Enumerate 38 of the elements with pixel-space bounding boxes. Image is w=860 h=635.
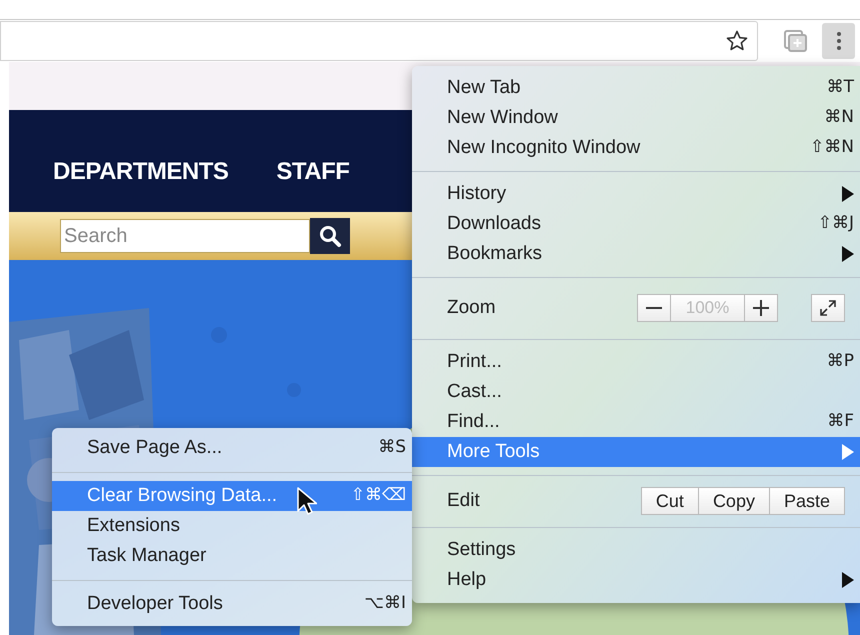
menu-item[interactable]: Help [412,565,860,595]
menu-item[interactable]: Cast... [412,377,860,407]
menu-item[interactable]: Print... ⌘P [412,347,860,377]
plus-icon [753,300,769,316]
edit-button[interactable]: Copy [698,487,770,515]
menu-item[interactable]: Extensions [52,511,412,541]
menu-item[interactable]: History [412,179,860,209]
minus-icon [646,307,662,309]
menu-item[interactable]: Bookmarks [412,239,860,269]
menu-label: Edit [447,488,481,513]
menu-item[interactable]: Task Manager [52,541,412,571]
fullscreen-button[interactable] [811,294,845,322]
menu-label: Zoom [447,296,497,320]
menu-item[interactable]: Settings [412,535,860,565]
menu-item[interactable]: New Window ⌘N [412,103,860,133]
menu-item[interactable]: More Tools [412,437,860,467]
menu-item[interactable]: New Incognito Window ⇧⌘N [412,133,860,163]
expand-icon [819,299,837,317]
menu-item[interactable]: Find... ⌘F [412,407,860,437]
edit-button[interactable]: Paste [770,487,845,515]
mouse-cursor-icon [297,487,317,517]
more-icon [836,32,840,50]
search-icon [318,224,342,248]
zoom-out-button[interactable] [637,294,671,322]
zoom-level: 100% [671,294,744,322]
nav-link[interactable]: DEPARTMENTS [53,154,228,190]
zoom-in-button[interactable] [744,294,778,322]
menu-item[interactable]: Developer Tools ⌥⌘I [52,589,412,619]
menu-item[interactable]: Save Page As... ⌘S [52,433,412,463]
search-field[interactable]: Search [60,219,310,253]
menu-button[interactable] [822,23,855,59]
menu-item[interactable]: Clear Browsing Data... ⇧⌘⌫ [52,481,412,511]
address-field[interactable] [0,21,758,61]
nav-link[interactable]: STAFF [276,154,350,190]
edit-button[interactable]: Cut [640,487,699,515]
menu-item[interactable]: Downloads ⇧⌘J [412,209,860,239]
star-icon[interactable] [725,29,749,53]
search-button[interactable] [310,218,350,254]
